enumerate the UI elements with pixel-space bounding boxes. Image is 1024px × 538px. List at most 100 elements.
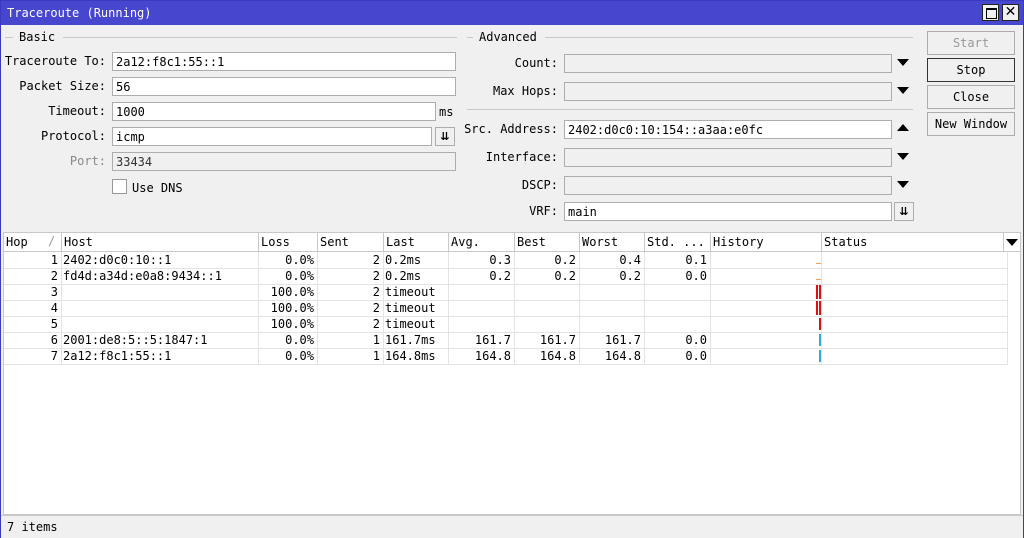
cell-hop: 2 [4, 268, 62, 284]
port-label: Port: [69, 154, 106, 168]
column-header-avg[interactable]: Avg. [449, 233, 515, 251]
max-hops-field[interactable] [564, 82, 892, 101]
cell-sent: 1 [318, 348, 384, 364]
cell-worst [580, 316, 645, 332]
table-row[interactable]: 6 2001:de8:5::5:1847:1 0.0% 1 161.7ms 161.7 16… [4, 332, 1008, 349]
vrf-select[interactable]: main [564, 202, 892, 221]
cell-worst: 0.2 [580, 268, 645, 284]
cell-avg: 164.8 [449, 348, 515, 364]
cell-best: 161.7 [515, 332, 580, 348]
column-header-best[interactable]: Best [515, 233, 580, 251]
count-label: Count: [514, 56, 558, 70]
cell-host: 2a12:f8c1:55::1 [62, 348, 259, 364]
cell-status [822, 300, 1008, 316]
cell-status [822, 252, 1008, 268]
cell-avg: 161.7 [449, 332, 515, 348]
use-dns-checkbox[interactable] [112, 179, 127, 194]
packet-size-field[interactable]: 56 [112, 77, 456, 96]
close-button[interactable]: Close [927, 85, 1015, 109]
src-address-collapse-icon[interactable] [897, 124, 909, 131]
advanced-divider-left [467, 37, 473, 38]
timeout-field[interactable]: 1000 [112, 102, 436, 121]
cell-std [645, 300, 711, 316]
history-bar [819, 350, 821, 362]
title-bar[interactable]: Traceroute (Running) ✕ [1, 1, 1023, 25]
table-row[interactable]: 2 fd4d:a34d:e0a8:9434::1 0.0% 2 0.2ms 0.2 0.2 0… [4, 268, 1008, 285]
cell-host: 2001:de8:5::5:1847:1 [62, 332, 259, 348]
table-row[interactable]: 1 2402:d0c0:10::1 0.0% 2 0.2ms 0.3 0.2 0.4 0.1 [4, 252, 1008, 269]
column-header-last[interactable]: Last [384, 233, 449, 251]
column-header-worst[interactable]: Worst [580, 233, 645, 251]
cell-loss: 0.0% [259, 268, 318, 284]
max-hops-label: Max Hops: [492, 84, 558, 98]
dscp-expand-icon[interactable] [897, 181, 909, 188]
cell-sent: 1 [318, 332, 384, 348]
cell-hop: 1 [4, 252, 62, 268]
stop-button[interactable]: Stop [927, 58, 1015, 82]
advanced-section-label: Advanced [479, 30, 537, 44]
traceroute-to-field[interactable]: 2a12:f8c1:55::1 [112, 52, 456, 71]
vrf-dropdown-button[interactable]: ⇊ [894, 202, 914, 221]
max-hops-expand-icon[interactable] [897, 87, 909, 94]
column-header-host[interactable]: Host [62, 233, 259, 251]
column-header-std[interactable]: Std. ... [645, 233, 711, 251]
cell-last: 0.2ms [384, 268, 449, 284]
cell-best: 0.2 [515, 252, 580, 268]
close-window-button[interactable]: ✕ [1002, 4, 1019, 21]
cell-loss: 0.0% [259, 252, 318, 268]
table-row[interactable]: 5 100.0% 2 timeout [4, 316, 1008, 333]
protocol-dropdown-button[interactable]: ⇊ [435, 127, 455, 146]
cell-worst: 161.7 [580, 332, 645, 348]
cell-status [822, 332, 1008, 348]
cell-last: timeout [384, 316, 449, 332]
interface-field[interactable] [564, 148, 892, 167]
cell-last: timeout [384, 300, 449, 316]
cell-best: 164.8 [515, 348, 580, 364]
interface-expand-icon[interactable] [897, 153, 909, 160]
cell-history [711, 348, 822, 364]
table-row[interactable]: 7 2a12:f8c1:55::1 0.0% 1 164.8ms 164.8 164.8 16… [4, 348, 1008, 365]
dscp-field[interactable] [564, 176, 892, 195]
advanced-divider-right [545, 37, 913, 38]
column-header-loss[interactable]: Loss [259, 233, 318, 251]
timeout-label: Timeout: [48, 104, 106, 118]
items-count: 7 items [7, 520, 58, 534]
column-menu-chevron-down-icon[interactable] [1006, 239, 1018, 246]
cell-history [711, 268, 822, 284]
cell-host [62, 300, 259, 316]
src-address-field[interactable]: 2402:d0c0:10:154::a3aa:e0fc [564, 120, 892, 139]
new-window-button[interactable]: New Window [927, 112, 1015, 136]
cell-sent: 2 [318, 268, 384, 284]
cell-worst: 0.4 [580, 252, 645, 268]
interface-label: Interface: [485, 150, 558, 164]
maximize-icon [986, 8, 997, 19]
cell-avg: 0.2 [449, 268, 515, 284]
cell-host: fd4d:a34d:e0a8:9434::1 [62, 268, 259, 284]
protocol-select[interactable]: icmp [112, 127, 432, 146]
cell-history [711, 300, 822, 316]
cell-sent: 2 [318, 252, 384, 268]
history-bar [819, 318, 821, 330]
table-row[interactable]: 3 100.0% 2 timeout [4, 284, 1008, 301]
timeout-unit: ms [439, 105, 454, 119]
cell-status [822, 348, 1008, 364]
cell-sent: 2 [318, 284, 384, 300]
cell-best [515, 300, 580, 316]
table-row[interactable]: 4 100.0% 2 timeout [4, 300, 1008, 317]
status-bar: 7 items [1, 515, 1023, 538]
cell-history [711, 252, 822, 268]
use-dns-label: Use DNS [132, 181, 183, 195]
column-header-sent[interactable]: Sent [318, 233, 384, 251]
column-header-history[interactable]: History [711, 233, 822, 251]
traceroute-to-label: Traceroute To: [4, 54, 106, 68]
cell-std [645, 316, 711, 332]
cell-sent: 2 [318, 316, 384, 332]
column-header-status[interactable]: Status [822, 233, 1004, 251]
start-button[interactable]: Start [927, 31, 1015, 55]
count-field[interactable] [564, 54, 892, 73]
maximize-button[interactable] [982, 4, 999, 21]
cell-loss: 0.0% [259, 348, 318, 364]
count-expand-icon[interactable] [897, 59, 909, 66]
packet-size-label: Packet Size: [19, 79, 106, 93]
cell-avg [449, 284, 515, 300]
